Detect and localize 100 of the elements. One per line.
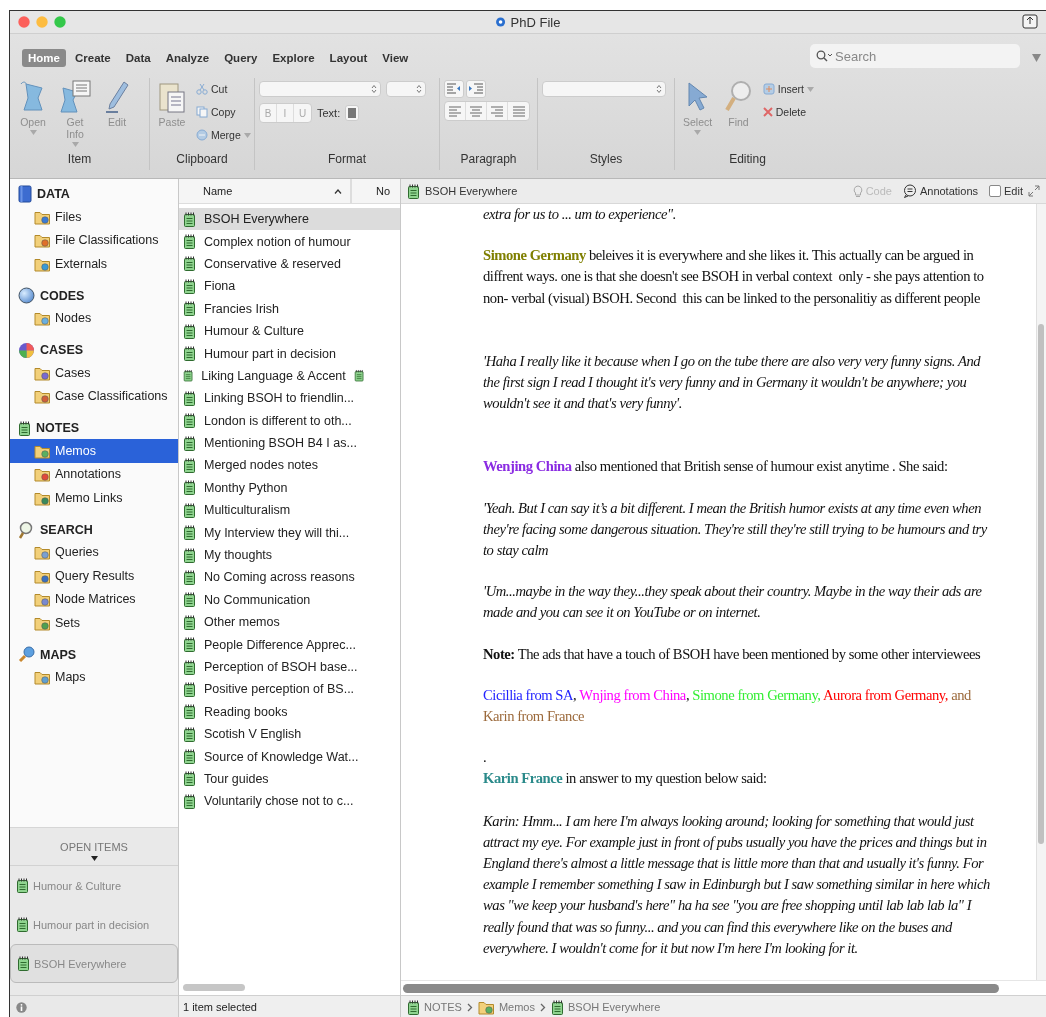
justify-icon [510,104,527,118]
notepad-icon [183,368,194,384]
folder-icon [34,591,51,608]
font-dropdown[interactable] [259,81,381,97]
sidebar-item[interactable]: Memos [10,439,178,463]
style-dropdown[interactable] [542,81,666,97]
column-header[interactable]: Name [179,179,351,203]
text-color-button[interactable] [345,105,360,121]
list-item[interactable]: Reading books [179,700,400,723]
list-item[interactable]: Monthy Python [179,476,400,500]
list-item[interactable]: My thoughts [179,543,400,567]
list-item[interactable]: Mentioning BSOH B4 I as... [179,431,400,455]
sidebar-item[interactable]: Externals [10,252,178,276]
breadcrumb-item[interactable]: NOTES [407,999,462,1015]
outdent-icon [446,82,462,96]
insert-icon [762,83,775,95]
copy-icon [196,106,208,118]
breadcrumb-item[interactable]: BSOH Everywhere [550,999,661,1015]
edit-checkbox[interactable]: Edit [989,185,1023,197]
sidebar-item[interactable]: Annotations [10,462,178,486]
list-item[interactable]: Perception of BSOH base... [179,655,400,679]
ribbon-tab[interactable]: Layout [323,49,374,67]
notepad-icon [16,917,29,932]
ribbon-tab[interactable]: Analyze [159,49,216,67]
ribbon-tab[interactable]: Explore [266,49,321,67]
ribbon-tab[interactable]: Query [218,49,264,67]
notepad-icon [183,480,196,496]
sidebar-item[interactable]: Nodes [10,306,178,330]
size-dropdown[interactable] [386,81,426,97]
list-item[interactable]: Humour & Culture [179,319,400,343]
list-item[interactable]: Tour guides [179,767,400,791]
list-item[interactable]: Scotish V English [179,723,400,746]
sidebar-item[interactable]: Queries [10,540,178,564]
list-item[interactable]: BSOH Everywhere [179,208,400,231]
annotations-button[interactable]: Annotations [902,184,979,198]
breadcrumb-item[interactable]: Memos [477,999,535,1015]
list-item[interactable]: My Interview they will thi... [179,521,400,544]
notepad-icon [183,390,196,406]
paragraph: Karin France in answer to my question below said: [483,769,768,789]
group-label: Editing [728,152,767,168]
list-item[interactable]: Francies Irish [179,297,400,320]
list-item[interactable]: Multiculturalism [179,499,400,522]
list-item[interactable]: Conservative & reserved [179,252,400,276]
search-field[interactable]: Search [810,44,1020,68]
list-item[interactable]: Positive perception of BS... [179,678,400,701]
sidebar-section-title[interactable]: MAPS [10,645,77,666]
list-item[interactable]: Humour part in decision [179,342,400,365]
list-item[interactable]: No Coming across reasons [179,566,400,589]
ribbon-tab[interactable]: Create [68,49,117,67]
sidebar-section-title[interactable]: DATA [10,185,70,205]
outdent-button[interactable] [444,80,464,98]
ribbon-tab[interactable]: View [376,49,415,67]
list-item[interactable]: Complex notion of humour [179,230,400,253]
magnifier-icon [724,80,753,114]
sidebar-item[interactable]: Cases [10,361,178,385]
list-item[interactable]: People Difference Apprec... [179,633,400,656]
sidebar-section-title[interactable]: CODES [10,286,85,307]
info-icon [16,1001,27,1013]
sidebar-section-title[interactable]: CASES [10,341,84,361]
sidebar-item[interactable]: Maps [10,665,178,689]
sidebar-section-title[interactable]: NOTES [10,419,80,439]
list-item[interactable]: Voluntarily chose not to c... [179,790,400,813]
ribbon-tab[interactable]: Data [119,49,157,67]
list-item[interactable]: London is different to oth... [179,409,400,432]
notepad-icon [183,704,196,720]
clipboard-icon [158,80,186,114]
list-item[interactable]: Liking Language & Accent [179,364,400,388]
sidebar-section-title[interactable]: SEARCH [10,520,93,541]
list-item[interactable]: Merged nodes notes [179,454,400,477]
list-item[interactable]: Fiona [179,275,400,298]
paragraph: Wenjing China also mentioned that British sense of humour exist anytime . She said: [483,457,949,477]
notepad-icon [183,278,196,294]
sidebar-item[interactable]: Files [10,205,178,229]
sidebar-item[interactable]: Memo Links [10,486,178,510]
sidebar-item[interactable]: Query Results [10,564,178,588]
sidebar-item[interactable]: File Classifications [10,228,178,252]
sidebar-item[interactable]: Case Classifications [10,384,178,408]
pushpin-list-icon [59,80,91,114]
notepad-icon [183,234,196,250]
indent-button[interactable] [466,80,486,98]
column-header[interactable]: No [351,179,391,203]
sidebar-item[interactable]: Sets [10,611,178,635]
list-item[interactable]: No Communication [179,588,400,612]
notepad-icon [17,956,30,971]
notepad-icon [183,525,196,541]
list-item[interactable]: Source of Knowledge Wat... [179,745,400,768]
notepad-icon [183,569,196,585]
folder-icon [34,310,51,327]
chevron-icon [466,1002,473,1012]
list-item[interactable]: Linking BSOH to friendlin... [179,387,400,410]
notepad-icon [183,413,196,429]
pin-icon [18,646,35,663]
notepad-icon [183,726,196,742]
quote-paragraph: 'Um...maybe in the way they...they speak about their country. Maybe in the way their ads are made and you can see it on YouTube or on internet. [483,582,983,623]
folder-icon [34,388,51,405]
list-item[interactable]: Other memos [179,611,400,634]
sidebar-item[interactable]: Node Matrices [10,587,178,611]
alignment-button-group[interactable] [444,101,530,121]
folder-icon [477,999,495,1015]
notepad-icon [183,458,196,473]
